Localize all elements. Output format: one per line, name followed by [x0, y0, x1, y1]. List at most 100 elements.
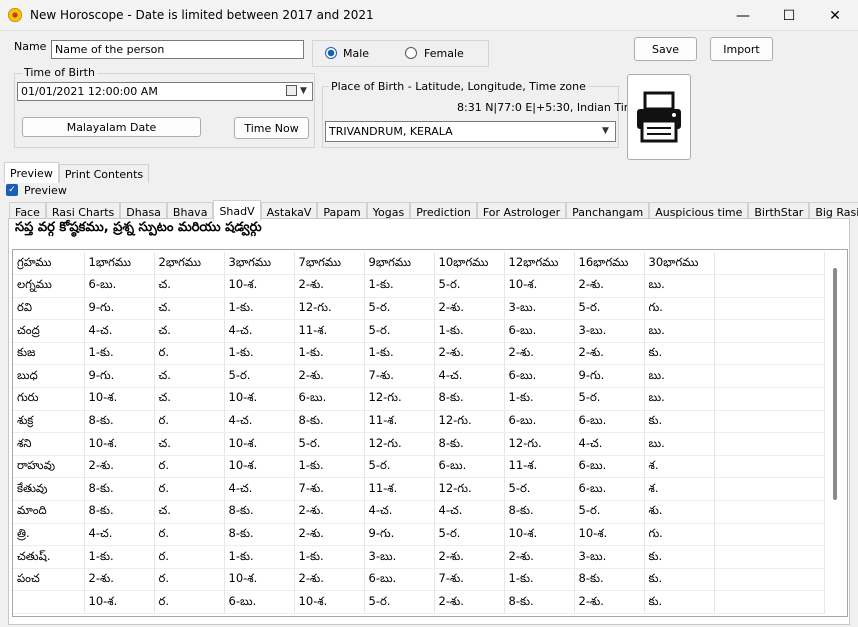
table-cell: 5-ర. [574, 297, 645, 321]
time-of-birth-label: Time of Birth [22, 66, 97, 79]
table-cell: 2-శు. [574, 342, 645, 366]
table-cell: చ. [154, 364, 225, 389]
place-select[interactable]: TRIVANDRUM, KERALA [325, 121, 616, 142]
table-cell: 1-కు. [364, 342, 435, 366]
table-cell: ర. [154, 545, 225, 569]
table-cell: 4-చ. [84, 319, 155, 343]
table-cell: 5-ర. [364, 590, 435, 614]
table-cell [714, 545, 825, 569]
table-cell: 2-శు. [84, 455, 155, 479]
table-cell: కు. [644, 590, 715, 614]
place-dropdown-icon[interactable]: ▼ [602, 126, 609, 136]
shadvarga-grid[interactable]: గ్రహము 1భాగము 2భాగము 3భాగము 7భాగము 9భాగము 10భా… [12, 249, 848, 617]
table-cell: 6-బు. [504, 410, 575, 434]
tab-preview[interactable]: Preview [4, 162, 59, 183]
close-button[interactable]: ✕ [812, 0, 858, 31]
table-header-cell: 3భాగము [224, 252, 295, 276]
maximize-button[interactable]: ☐ [766, 0, 812, 31]
name-input[interactable]: Name of the person [51, 40, 304, 59]
male-radio[interactable] [325, 47, 337, 59]
table-header-cell: 16భాగము [574, 252, 645, 276]
table-cell: 1-కు. [224, 297, 295, 321]
table-cell: 8-కు. [434, 387, 505, 411]
table-cell: 10-శ. [84, 432, 155, 456]
table-cell [714, 274, 825, 298]
table-cell: 8-కు. [84, 500, 155, 524]
table-cell: 7-శు. [434, 568, 505, 592]
table-cell: చంద్ర [13, 319, 85, 343]
time-now-button[interactable]: Time Now [234, 117, 309, 139]
place-value: TRIVANDRUM, KERALA [329, 125, 453, 138]
table-cell: రాహువు [13, 455, 85, 479]
table-row: లగ్నము 6-బు. చ. 10-శ. 2-శు. 1-కు. 5-ర. 10-శ. 2-శ… [13, 274, 825, 298]
minimize-button[interactable]: — [720, 0, 766, 31]
table-cell: కు. [644, 568, 715, 592]
table-cell: బుధ [13, 364, 85, 389]
female-radio[interactable] [405, 47, 417, 59]
table-cell: మాంది [13, 500, 85, 524]
table-cell: 5-ర. [574, 387, 645, 411]
table-cell: 10-శ. [224, 432, 295, 456]
table-cell: 1-కు. [84, 545, 155, 569]
table-cell: 12-గు. [434, 477, 505, 502]
table-cell: 1-కు. [294, 342, 365, 366]
name-label: Name [14, 40, 47, 53]
table-cell: 11-శ. [364, 410, 435, 434]
table-cell [714, 387, 825, 411]
table-cell: 10-శ. [574, 523, 645, 547]
table-row: బుధ 9-గు. చ. 5-ర. 2-శు. 7-శు. 4-చ. 6-బు. 9-గు. బు… [13, 364, 825, 389]
table-cell: 2-శు. [84, 568, 155, 592]
table-cell: 8-కు. [574, 568, 645, 592]
table-cell: 11-శ. [504, 455, 575, 479]
table-cell: చ. [154, 432, 225, 456]
table-cell: 1-కు. [294, 545, 365, 569]
save-button[interactable]: Save [634, 37, 697, 61]
preview-checkbox[interactable]: ✓ [6, 184, 18, 196]
scrollbar-thumb[interactable] [833, 268, 837, 500]
table-cell: 2-శు. [294, 274, 365, 298]
table-cell: 4-చ. [224, 477, 295, 502]
table-cell: 8-కు. [224, 523, 295, 547]
table-cell [13, 590, 85, 614]
table-cell: 5-ర. [434, 523, 505, 547]
tab-shadv[interactable]: ShadV [213, 200, 261, 221]
table-cell: 10-శ. [84, 590, 155, 614]
table-cell: 7-శు. [364, 364, 435, 389]
table-row: కేతువు 8-కు. ర. 4-చ. 7-శు. 11-శ. 12-గు. 5-ర. 6-బ… [13, 477, 825, 502]
table-cell: 5-ర. [504, 477, 575, 502]
table-cell: బు. [644, 432, 715, 456]
table-cell: 6-బు. [224, 590, 295, 614]
table-cell [714, 590, 825, 614]
import-button[interactable]: Import [710, 37, 773, 61]
table-cell: గురు [13, 387, 85, 411]
table-row: చంద్ర 4-చ. చ. 4-చ. 11-శ. 5-ర. 1-కు. 6-బు. 3-బు. బ… [13, 319, 825, 343]
table-header-cell: గ్రహము [13, 252, 85, 276]
table-cell [714, 523, 825, 547]
table-header-cell: 7భాగము [294, 252, 365, 276]
table-cell: 1-కు. [504, 568, 575, 592]
table-cell: 10-శ. [224, 455, 295, 479]
table-cell: 2-శు. [294, 364, 365, 389]
table-cell: 10-శ. [504, 523, 575, 547]
malayalam-date-button[interactable]: Malayalam Date [22, 117, 201, 137]
table-header-cell: 9భాగము [364, 252, 435, 276]
table-cell: శు. [644, 500, 715, 524]
table-row: త్రి. 4-చ. ర. 8-కు. 2-శు. 9-గు. 5-ర. 10-శ. 10-శ.… [13, 523, 825, 547]
section-heading: సప్త వర్గ కోష్ఠకము, ప్రశ్న స్పుటం మరియు … [15, 220, 262, 235]
time-of-birth-value: 01/01/2021 12:00:00 AM [21, 85, 158, 98]
table-cell: 1-కు. [224, 545, 295, 569]
chevron-down-icon[interactable]: ▼ [300, 86, 307, 96]
table-cell: 6-బు. [504, 319, 575, 343]
print-button[interactable] [627, 74, 691, 160]
tab-print-contents[interactable]: Print Contents [58, 164, 150, 183]
calendar-icon[interactable] [286, 85, 297, 96]
table-cell: 6-బు. [504, 364, 575, 389]
table-cell: 1-కు. [294, 455, 365, 479]
time-of-birth-picker[interactable]: 01/01/2021 12:00:00 AM [17, 82, 313, 101]
table-cell: శని [13, 432, 85, 456]
table-cell: రవి [13, 297, 85, 321]
table-cell: 2-శు. [294, 523, 365, 547]
table-row: మాంది 8-కు. చ. 8-కు. 2-శు. 4-చ. 4-చ. 8-కు. 5-ర. శ… [13, 500, 825, 524]
table-cell: 10-శ. [224, 387, 295, 411]
table-cell: బు. [644, 274, 715, 298]
